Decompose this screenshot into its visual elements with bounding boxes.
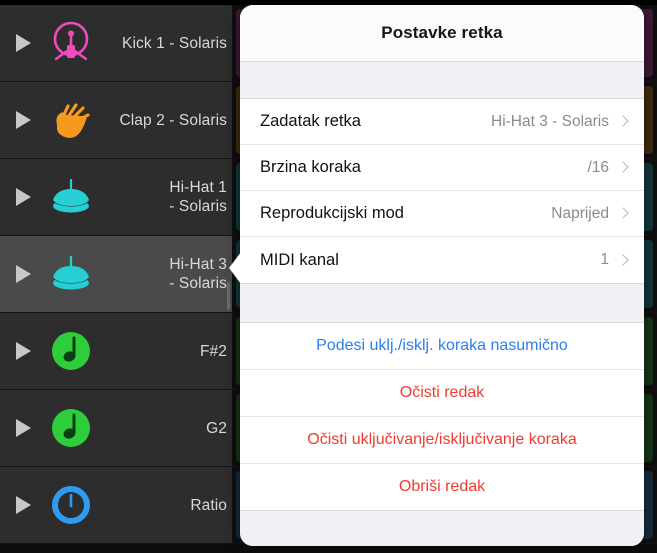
- setting-row[interactable]: Brzina koraka/16: [240, 145, 644, 191]
- actions-group: Podesi uklj./isklj. koraka nasumično Očis…: [240, 323, 644, 510]
- track-row-header: G2: [0, 390, 232, 466]
- track-row-header: Hi-Hat 3 - Solaris: [0, 236, 232, 312]
- music-note-icon[interactable]: [42, 323, 100, 379]
- action-button[interactable]: Podesi uklj./isklj. koraka nasumično: [240, 323, 644, 370]
- play-icon[interactable]: [4, 111, 42, 129]
- track-name-label: F#2: [199, 342, 227, 360]
- popover-pointer-arrow: [229, 252, 241, 284]
- track-name-label: Clap 2 - Solaris: [119, 111, 227, 129]
- clap-hand-icon[interactable]: [42, 92, 100, 148]
- chevron-right-icon: [619, 206, 628, 221]
- track-name-label: Hi-Hat 3 - Solaris: [169, 256, 227, 292]
- chevron-right-icon: [619, 114, 628, 129]
- action-button[interactable]: Očisti uključivanje/isključivanje koraka: [240, 417, 644, 464]
- settings-group: Zadatak retka Hi-Hat 3 - Solaris Brzina ko…: [240, 99, 644, 283]
- setting-label: Brzina koraka: [260, 158, 361, 176]
- chevron-right-icon: [619, 160, 628, 175]
- track-name-label: Hi-Hat 1 - Solaris: [169, 179, 227, 215]
- track-row-header: Hi-Hat 1 - Solaris: [0, 159, 232, 235]
- setting-row[interactable]: MIDI kanal 1: [240, 237, 644, 283]
- hi-hat-icon[interactable]: [42, 169, 100, 225]
- popover-spacer-bottom: [240, 510, 644, 546]
- track-name-label: Ratio: [190, 496, 227, 514]
- music-note-icon[interactable]: [42, 400, 100, 456]
- popover-spacer-top: [240, 62, 644, 99]
- play-icon[interactable]: [4, 188, 42, 206]
- setting-row[interactable]: Reprodukcijski mod Naprijed: [240, 191, 644, 237]
- setting-label: Zadatak retka: [260, 112, 361, 130]
- setting-value: Naprijed: [551, 204, 609, 222]
- track-row-header: F#2: [0, 313, 232, 389]
- action-button[interactable]: Očisti redak: [240, 370, 644, 417]
- track-name-label: Kick 1 - Solaris: [122, 34, 227, 52]
- track-row-header: Ratio: [0, 467, 232, 543]
- play-icon[interactable]: [4, 419, 42, 437]
- row-settings-popover: Postavke retka Zadatak retka Hi-Hat 3 - S…: [240, 5, 644, 546]
- setting-row[interactable]: Zadatak retka Hi-Hat 3 - Solaris: [240, 99, 644, 145]
- setting-value: 1: [600, 251, 609, 268]
- track-row-header: Kick 1 - Solaris: [0, 5, 232, 81]
- play-icon[interactable]: [4, 496, 42, 514]
- track-row-header: Clap 2 - Solaris: [0, 82, 232, 158]
- popover-spacer-middle: [240, 283, 644, 323]
- track-name-label: G2: [206, 419, 227, 437]
- popover-header: Postavke retka: [240, 5, 644, 62]
- setting-label: Reprodukcijski mod: [260, 204, 404, 222]
- play-icon[interactable]: [4, 265, 42, 283]
- setting-label: MIDI kanal: [260, 250, 339, 269]
- hi-hat-icon[interactable]: [42, 246, 100, 302]
- play-icon[interactable]: [4, 342, 42, 360]
- scroll-indicator[interactable]: [227, 282, 230, 310]
- setting-value: Hi-Hat 3 - Solaris: [491, 112, 609, 130]
- play-icon[interactable]: [4, 34, 42, 52]
- kick-drum-icon[interactable]: [42, 15, 100, 71]
- chevron-right-icon: [619, 253, 628, 268]
- action-button[interactable]: Obriši redak: [240, 464, 644, 510]
- setting-value: /16: [587, 158, 609, 176]
- popover-title: Postavke retka: [381, 23, 503, 42]
- knob-icon[interactable]: [42, 477, 100, 533]
